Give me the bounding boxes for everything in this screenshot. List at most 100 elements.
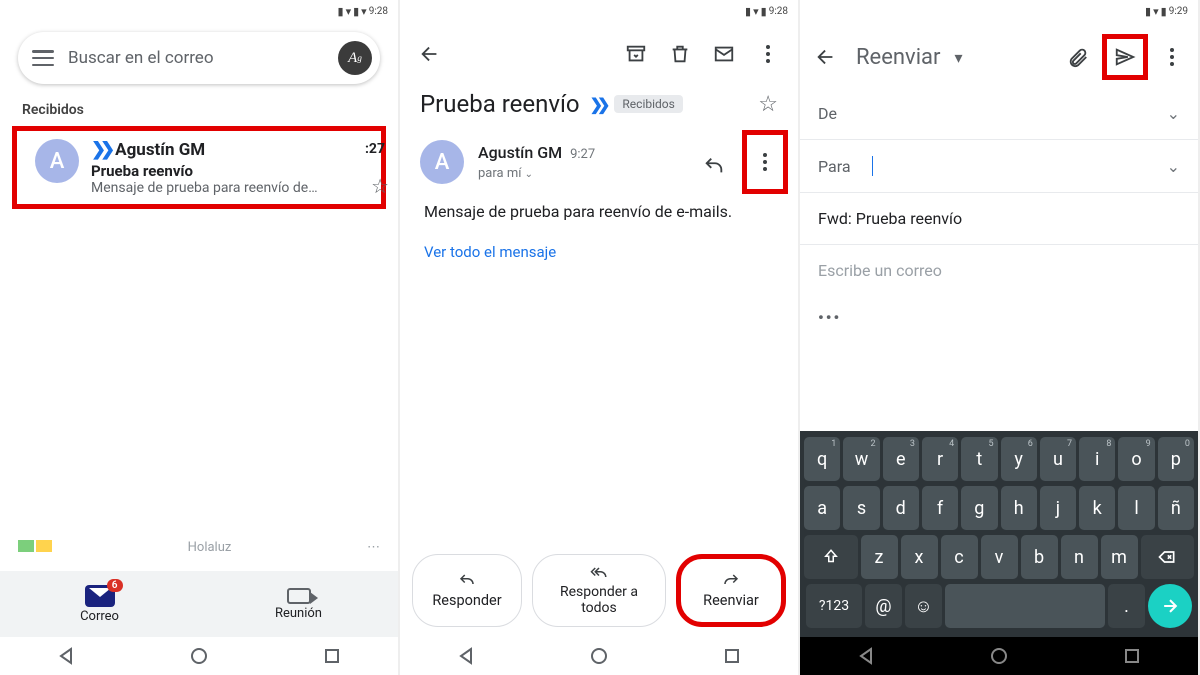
show-full-message-link[interactable]: Ver todo el mensaje [400,227,798,277]
menu-icon[interactable] [32,50,54,66]
emoji-key[interactable]: ☺ [905,584,942,628]
key-h[interactable]: h [1001,486,1037,530]
key-a[interactable]: a [804,486,840,530]
forward-button[interactable]: Reenviar [676,554,786,627]
nav-back-icon[interactable] [857,647,875,665]
key-x[interactable]: x [901,535,938,579]
search-placeholder: Buscar en el correo [68,48,324,68]
message-header: A Agustín GM 9:27 para mí ⌄ [400,128,798,196]
body-field[interactable]: Escribe un correo [800,245,1198,296]
key-k[interactable]: k [1079,486,1115,530]
key-i[interactable]: i8 [1079,437,1115,481]
key-n[interactable]: n [1061,535,1098,579]
key-f[interactable]: f [922,486,958,530]
nav-back-icon[interactable] [457,647,475,665]
key-v[interactable]: v [981,535,1018,579]
chevron-down-icon: ⌄ [1167,157,1180,176]
from-label: De [818,104,862,123]
recipient-label[interactable]: para mí ⌄ [478,166,533,181]
reply-icon[interactable] [696,148,732,184]
label-chip[interactable]: Recibidos [614,95,682,113]
reply-actions-row: Responder Responder a todos Reenviar [400,554,798,627]
backspace-key[interactable] [1141,535,1195,579]
sent-time: 9:27 [570,147,595,162]
inbox-panel: ▮▾▮▾ 9:28 Buscar en el correo Ag Recibid… [0,0,400,675]
mail-time: :27 [365,141,385,157]
compose-toolbar: Reenviar ▾ [800,22,1198,88]
key-d[interactable]: d [883,486,919,530]
dropdown-icon[interactable]: ▾ [954,48,962,67]
key-g[interactable]: g [961,486,997,530]
enter-key[interactable] [1148,584,1192,628]
body-placeholder: Escribe un correo [818,261,942,280]
nav-home-icon[interactable] [590,647,608,665]
key-s[interactable]: s [843,486,879,530]
key-y[interactable]: y6 [1001,437,1037,481]
important-icon[interactable]: ❯❯ [590,95,605,114]
attach-button[interactable] [1060,39,1096,75]
back-button[interactable] [808,39,844,75]
quoted-text-toggle[interactable]: ••• [800,296,1198,339]
mail-snippet: Mensaje de prueba para reenvío de… [91,180,363,196]
account-avatar[interactable]: Ag [338,41,372,75]
mark-unread-button[interactable] [706,36,742,72]
text-cursor [872,156,873,176]
nav-back-icon[interactable] [57,647,75,665]
overflow-button[interactable] [1154,39,1190,75]
key-q[interactable]: q1 [804,437,840,481]
at-key[interactable]: @ [865,584,902,628]
overflow-button[interactable] [750,36,786,72]
star-icon[interactable]: ☆ [758,92,778,117]
sender-name: Agustín GM [478,143,562,162]
soft-keyboard: q1w2e3r4t5y6u7i8o9p0 asdfghjklñ zxcvbnm … [800,431,1198,637]
unread-badge: 6 [107,579,123,592]
compose-mode-label[interactable]: Reenviar [856,45,940,70]
android-navbar [0,637,398,675]
nav-mail-label: Correo [80,609,119,624]
more-icon [763,153,767,171]
back-button[interactable] [412,36,448,72]
shift-key[interactable] [804,535,858,579]
key-z[interactable]: z [861,535,898,579]
to-label: Para [818,157,862,176]
delete-button[interactable] [662,36,698,72]
reply-button[interactable]: Responder [412,554,522,627]
key-o[interactable]: o9 [1118,437,1154,481]
key-b[interactable]: b [1021,535,1058,579]
key-w[interactable]: w2 [843,437,879,481]
send-button[interactable] [1102,34,1148,80]
key-e[interactable]: e3 [883,437,919,481]
key-r[interactable]: r4 [922,437,958,481]
subject-value: Fwd: Prueba reenvío [818,209,962,228]
nav-recent-icon[interactable] [1123,647,1141,665]
nav-recent-icon[interactable] [723,647,741,665]
key-t[interactable]: t5 [961,437,997,481]
to-field[interactable]: Para ⌄ [800,140,1198,193]
star-icon[interactable]: ☆ [371,174,389,198]
key-p[interactable]: p0 [1158,437,1194,481]
key-l[interactable]: l [1118,486,1154,530]
key-m[interactable]: m [1101,535,1138,579]
key-j[interactable]: j [1040,486,1076,530]
search-bar[interactable]: Buscar en el correo Ag [18,32,380,84]
sender-avatar[interactable]: A [420,140,464,184]
symbols-key[interactable]: ?123 [806,584,862,628]
key-u[interactable]: u7 [1040,437,1076,481]
mail-list-item[interactable]: A ❯❯ Agustín GM Prueba reenvío Mensaje d… [12,126,386,209]
from-field[interactable]: De ⌄ [800,88,1198,140]
archive-button[interactable] [618,36,654,72]
nav-mail[interactable]: 6 Correo [0,571,199,637]
space-key[interactable] [945,584,1105,628]
section-label: Recibidos [0,98,398,126]
period-key[interactable]: . [1108,584,1145,628]
subject-field[interactable]: Fwd: Prueba reenvío [800,193,1198,245]
nav-home-icon[interactable] [990,647,1008,665]
key-ñ[interactable]: ñ [1158,486,1194,530]
nav-home-icon[interactable] [190,647,208,665]
nav-meet[interactable]: Reunión [199,571,398,637]
reply-all-button[interactable]: Responder a todos [532,554,666,627]
message-more-button[interactable] [742,130,788,194]
bottom-nav: 6 Correo Reunión [0,571,398,637]
key-c[interactable]: c [941,535,978,579]
nav-recent-icon[interactable] [323,647,341,665]
